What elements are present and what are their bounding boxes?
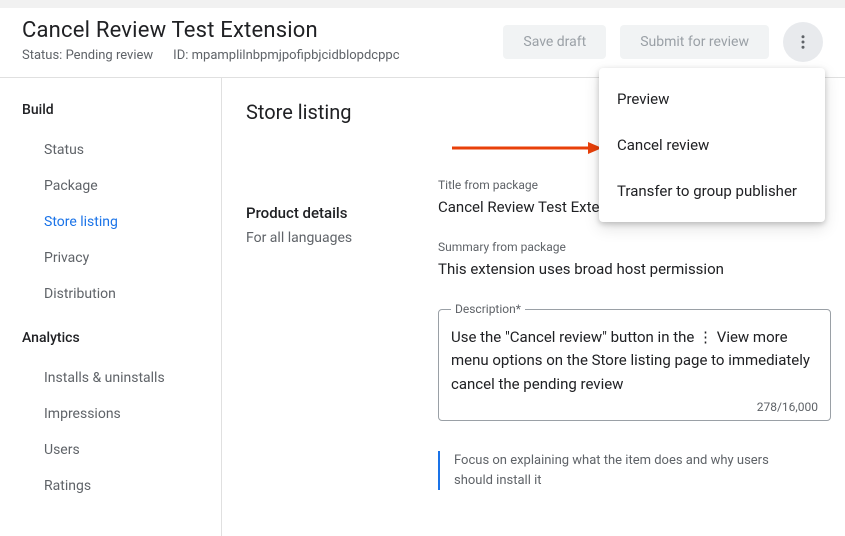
section-heading: Store listing [246,100,438,124]
sidebar-item-status[interactable]: Status [22,132,221,168]
sidebar-item-package[interactable]: Package [22,168,221,204]
description-input[interactable]: Use the "Cancel review" button in the ⋮ … [451,326,818,396]
sidebar-item-ratings[interactable]: Ratings [22,468,221,504]
menu-item-transfer[interactable]: Transfer to group publisher [599,168,825,214]
page-title: Cancel Review Test Extension [22,18,503,43]
status: Status: Pending review [22,48,153,63]
sidebar-item-store-listing[interactable]: Store listing [22,204,221,240]
extension-id: ID: mpamplilnbpmjpofipbjcidblopdcppc [173,48,399,63]
product-details-heading: Product details [246,204,438,222]
sidebar-item-impressions[interactable]: Impressions [22,396,221,432]
more-vert-icon [794,33,812,51]
summary-value: This extension uses broad host permissio… [438,260,831,278]
nav-section-analytics: Analytics [22,330,221,346]
summary-label: Summary from package [438,240,831,254]
sidebar-item-installs[interactable]: Installs & uninstalls [22,360,221,396]
sidebar-item-privacy[interactable]: Privacy [22,240,221,276]
menu-item-cancel-review[interactable]: Cancel review [599,122,825,168]
submit-review-button[interactable]: Submit for review [620,25,769,59]
sidebar-item-distribution[interactable]: Distribution [22,276,221,312]
description-field[interactable]: Description* Use the "Cancel review" but… [438,302,831,421]
sidebar: Build Status Package Store listing Priva… [0,78,222,536]
menu-item-preview[interactable]: Preview [599,76,825,122]
sidebar-item-users[interactable]: Users [22,432,221,468]
save-draft-button[interactable]: Save draft [503,25,606,59]
char-count: 278/16,000 [451,400,818,414]
languages-caption: For all languages [246,230,438,246]
nav-section-build: Build [22,102,221,118]
description-hint: Focus on explaining what the item does a… [438,451,798,490]
more-options-menu: Preview Cancel review Transfer to group … [599,68,825,222]
more-options-button[interactable] [783,22,823,62]
description-label: Description* [451,302,525,316]
